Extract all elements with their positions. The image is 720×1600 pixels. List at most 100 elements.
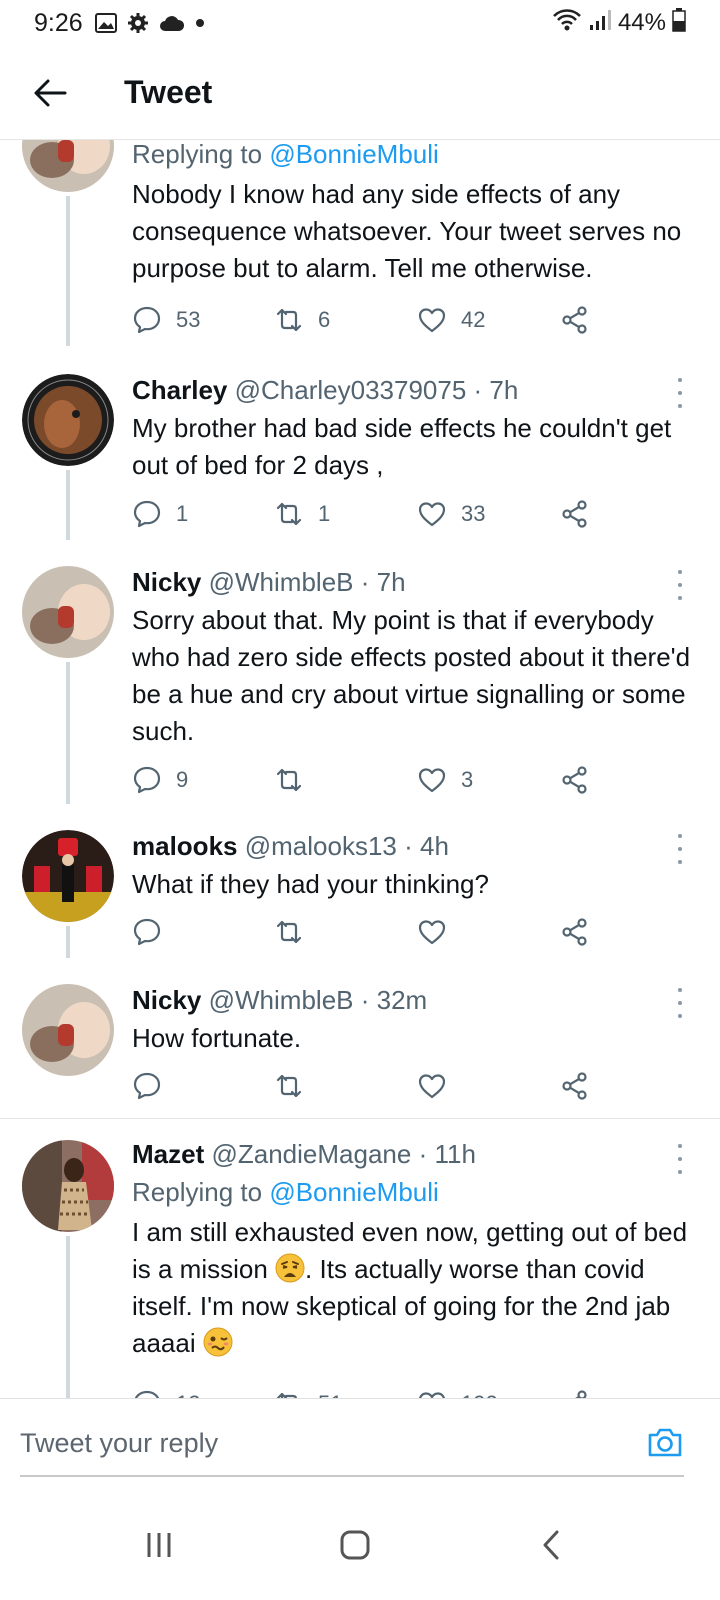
tweet-header: malooks @malooks13 · 4h	[132, 828, 692, 864]
tweet-time: · 7h	[360, 567, 406, 597]
tweet[interactable]: Charley @Charley03379075 · 7h My brother…	[0, 348, 720, 540]
recent-apps-icon	[147, 1533, 171, 1557]
status-bar: 9:26 44%	[0, 0, 720, 46]
retweet-icon	[276, 1392, 298, 1398]
display-name[interactable]: Nicky	[132, 985, 201, 1015]
heart-icon	[418, 1074, 446, 1099]
reply-button[interactable]	[132, 912, 176, 952]
more-options-button[interactable]	[674, 988, 686, 1018]
recent-apps-button[interactable]	[124, 1510, 194, 1580]
input-underline	[20, 1475, 684, 1477]
battery-icon	[672, 7, 686, 39]
tweet-actions	[132, 912, 612, 952]
reply-button[interactable]: 9	[132, 760, 188, 800]
settings-gear-icon	[127, 12, 149, 34]
cloud-icon	[159, 14, 185, 32]
display-name[interactable]: Charley	[132, 375, 227, 405]
share-icon	[562, 918, 587, 946]
tweet-actions: 9 3	[132, 760, 612, 800]
retweet-button[interactable]	[274, 912, 318, 952]
wifi-icon	[552, 8, 582, 39]
retweet-icon	[276, 920, 302, 944]
display-name[interactable]: Mazet	[132, 1139, 204, 1169]
share-button[interactable]	[560, 300, 590, 340]
tweet[interactable]: Nicky @WhimbleB · 7h Sorry about that. M…	[0, 540, 720, 804]
page-title: Tweet	[124, 74, 213, 110]
tweet-actions	[132, 1066, 612, 1106]
like-button[interactable]	[417, 1066, 461, 1106]
share-button[interactable]	[560, 1066, 590, 1106]
back-button[interactable]	[22, 65, 78, 121]
display-name[interactable]: malooks	[132, 831, 238, 861]
tweet-text: Nobody I know had any side effects of an…	[132, 179, 682, 283]
retweet-button[interactable]: 1	[274, 494, 330, 534]
avatar[interactable]	[22, 140, 114, 192]
retweet-button[interactable]: 51	[274, 1384, 342, 1398]
share-button[interactable]	[560, 1384, 590, 1398]
avatar[interactable]	[22, 830, 114, 922]
avatar[interactable]	[22, 374, 114, 466]
tweet[interactable]: Nicky @WhimbleB · 32m How fortunate.	[0, 958, 720, 1120]
more-options-button[interactable]	[674, 1144, 686, 1174]
user-handle[interactable]: @WhimbleB	[209, 567, 354, 597]
share-button[interactable]	[560, 912, 590, 952]
reply-button[interactable]: 1	[132, 494, 188, 534]
tweet[interactable]: Replying to @BonnieMbuli Nobody I know h…	[0, 140, 720, 348]
mention-link[interactable]: @BonnieMbuli	[269, 1177, 438, 1207]
like-button[interactable]: 192	[417, 1384, 498, 1398]
more-options-button[interactable]	[674, 834, 686, 864]
like-count: 33	[461, 501, 486, 526]
tweet-reply-input[interactable]	[20, 1421, 620, 1465]
more-options-button[interactable]	[674, 378, 686, 408]
home-button[interactable]	[320, 1510, 390, 1580]
avatar[interactable]	[22, 984, 114, 1076]
tweet-actions: 53 6 42	[132, 300, 612, 340]
share-button[interactable]	[560, 494, 590, 534]
gallery-icon	[94, 13, 117, 33]
camera-icon	[648, 1428, 682, 1457]
retweet-icon	[276, 768, 302, 792]
like-button[interactable]: 3	[417, 760, 473, 800]
user-handle[interactable]: @WhimbleB	[209, 985, 354, 1015]
replying-to-label: Replying to	[132, 140, 270, 169]
reply-count: 53	[176, 307, 201, 332]
chevron-left-icon	[543, 1530, 559, 1560]
like-button[interactable]: 42	[417, 300, 485, 340]
retweet-button[interactable]	[274, 1066, 318, 1106]
reply-bubble-icon	[133, 918, 161, 946]
reply-button[interactable]: 53	[132, 300, 200, 340]
like-button[interactable]	[417, 912, 461, 952]
share-button[interactable]	[560, 760, 590, 800]
like-button[interactable]: 33	[417, 494, 485, 534]
user-handle[interactable]: @Charley03379075	[235, 375, 467, 405]
conversation-timeline[interactable]: Replying to @BonnieMbuli Nobody I know h…	[0, 140, 720, 1398]
thread-line	[66, 1236, 70, 1398]
reply-button[interactable]	[132, 1066, 176, 1106]
tweet-header: Mazet @ZandieMagane · 11h	[132, 1136, 692, 1172]
thread-line	[66, 926, 70, 958]
top-app-bar: Tweet	[0, 46, 720, 140]
more-options-button[interactable]	[674, 570, 686, 600]
user-handle[interactable]: @malooks13	[245, 831, 397, 861]
like-count: 42	[461, 307, 486, 332]
like-count: 192	[461, 1391, 498, 1398]
tweet[interactable]: Mazet @ZandieMagane · 11h Replying to @B…	[0, 1120, 720, 1398]
tweet-time: · 11h	[418, 1139, 476, 1169]
retweet-button[interactable]	[274, 760, 318, 800]
reply-button[interactable]: 12	[132, 1384, 200, 1398]
heart-icon	[418, 308, 446, 333]
camera-button[interactable]	[646, 1423, 684, 1461]
retweet-count: 51	[318, 1391, 342, 1398]
retweet-button[interactable]: 6	[274, 300, 330, 340]
avatar[interactable]	[22, 1140, 114, 1232]
tweet-actions: 12 51 192	[132, 1384, 612, 1398]
mention-link[interactable]: @BonnieMbuli	[269, 140, 438, 169]
tweet-header: Nicky @WhimbleB · 32m	[132, 982, 692, 1018]
share-icon	[575, 1390, 587, 1398]
back-nav-button[interactable]	[516, 1510, 586, 1580]
clock: 9:26	[34, 8, 83, 37]
user-handle[interactable]: @ZandieMagane	[211, 1139, 411, 1169]
display-name[interactable]: Nicky	[132, 567, 201, 597]
avatar[interactable]	[22, 566, 114, 658]
tweet[interactable]: malooks @malooks13 · 4h What if they had…	[0, 804, 720, 958]
